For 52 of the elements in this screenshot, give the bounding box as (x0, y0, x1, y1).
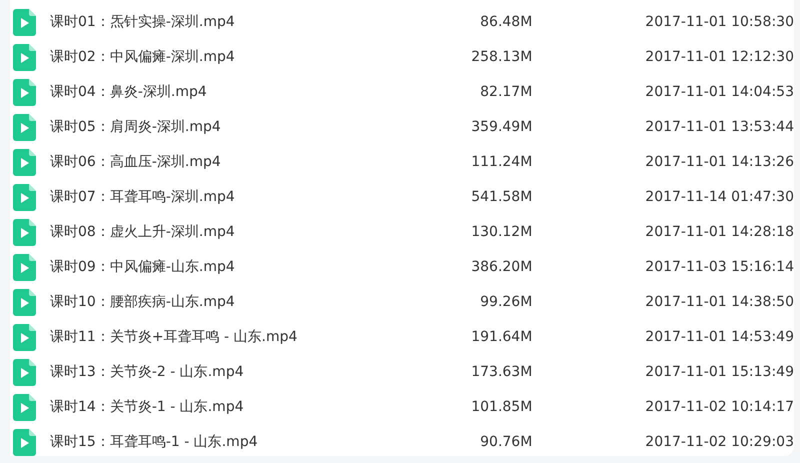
video-file-icon[interactable] (13, 429, 36, 456)
file-size: 359.49M (470, 118, 532, 137)
file-size: 111.24M (470, 153, 532, 172)
file-name[interactable]: 课时10：腰部疾病-山东.mp4 (50, 292, 466, 313)
file-name[interactable]: 课时13：关节炎-2 - 山东.mp4 (50, 362, 466, 383)
file-name[interactable]: 课时15：耳聋耳鸣-1 - 山东.mp4 (50, 432, 466, 453)
file-size: 90.76M (479, 433, 532, 452)
file-size: 130.12M (470, 223, 532, 242)
modified-date: 2017-11-01 15:13:49 (645, 363, 794, 382)
video-file-icon[interactable] (13, 359, 36, 386)
modified-date: 2017-11-14 01:47:30 (645, 188, 794, 207)
file-name[interactable]: 课时05：肩周炎-深圳.mp4 (50, 117, 466, 138)
file-size: 82.17M (479, 83, 532, 102)
modified-date: 2017-11-01 14:28:18 (645, 223, 794, 242)
file-size: 86.48M (479, 13, 532, 32)
file-name[interactable]: 课时02：中风偏瘫-深圳.mp4 (50, 47, 466, 68)
video-file-icon[interactable] (13, 289, 36, 316)
modified-date: 2017-11-03 15:16:14 (645, 258, 794, 277)
modified-date: 2017-11-01 14:53:49 (645, 328, 794, 347)
file-size: 258.13M (470, 48, 532, 67)
file-name[interactable]: 课时08：虚火上升-深圳.mp4 (50, 222, 466, 243)
file-name[interactable]: 课时01：炁针实操-深圳.mp4 (50, 12, 466, 33)
modified-date: 2017-11-01 14:38:50 (645, 293, 794, 312)
file-size: 386.20M (470, 258, 532, 277)
video-file-icon[interactable] (13, 44, 36, 71)
video-file-icon[interactable] (13, 254, 36, 281)
file-size: 99.26M (479, 293, 532, 312)
modified-date: 2017-11-01 12:12:30 (645, 48, 794, 67)
video-file-icon[interactable] (13, 219, 36, 246)
video-file-icon[interactable] (13, 324, 36, 351)
modified-date: 2017-11-01 14:13:26 (645, 153, 794, 172)
file-name[interactable]: 课时06：高血压-深圳.mp4 (50, 152, 466, 173)
file-name[interactable]: 课时04：鼻炎-深圳.mp4 (50, 82, 466, 103)
file-name[interactable]: 课时07：耳聋耳鸣-深圳.mp4 (50, 187, 466, 208)
video-file-icon[interactable] (13, 149, 36, 176)
video-file-icon[interactable] (13, 394, 36, 421)
video-file-icon[interactable] (13, 9, 36, 36)
video-file-icon[interactable] (13, 114, 36, 141)
file-size: 173.63M (470, 363, 532, 382)
file-name[interactable]: 课时11：关节炎+耳聋耳鸣 - 山东.mp4 (50, 327, 466, 348)
file-size: 191.64M (470, 328, 532, 347)
file-name[interactable]: 课时09：中风偏瘫-山东.mp4 (50, 257, 466, 278)
video-file-icon[interactable] (13, 184, 36, 211)
modified-date: 2017-11-01 14:04:53 (645, 83, 794, 102)
modified-date: 2017-11-01 13:53:44 (645, 118, 794, 137)
modified-date: 2017-11-01 10:58:30 (645, 13, 794, 32)
modified-date: 2017-11-02 10:29:03 (645, 433, 794, 452)
file-size: 541.58M (470, 188, 532, 207)
modified-date: 2017-11-02 10:14:17 (645, 398, 794, 417)
file-size: 101.85M (470, 398, 532, 417)
video-file-icon[interactable] (13, 79, 36, 106)
file-name[interactable]: 课时14：关节炎-1 - 山东.mp4 (50, 397, 466, 418)
